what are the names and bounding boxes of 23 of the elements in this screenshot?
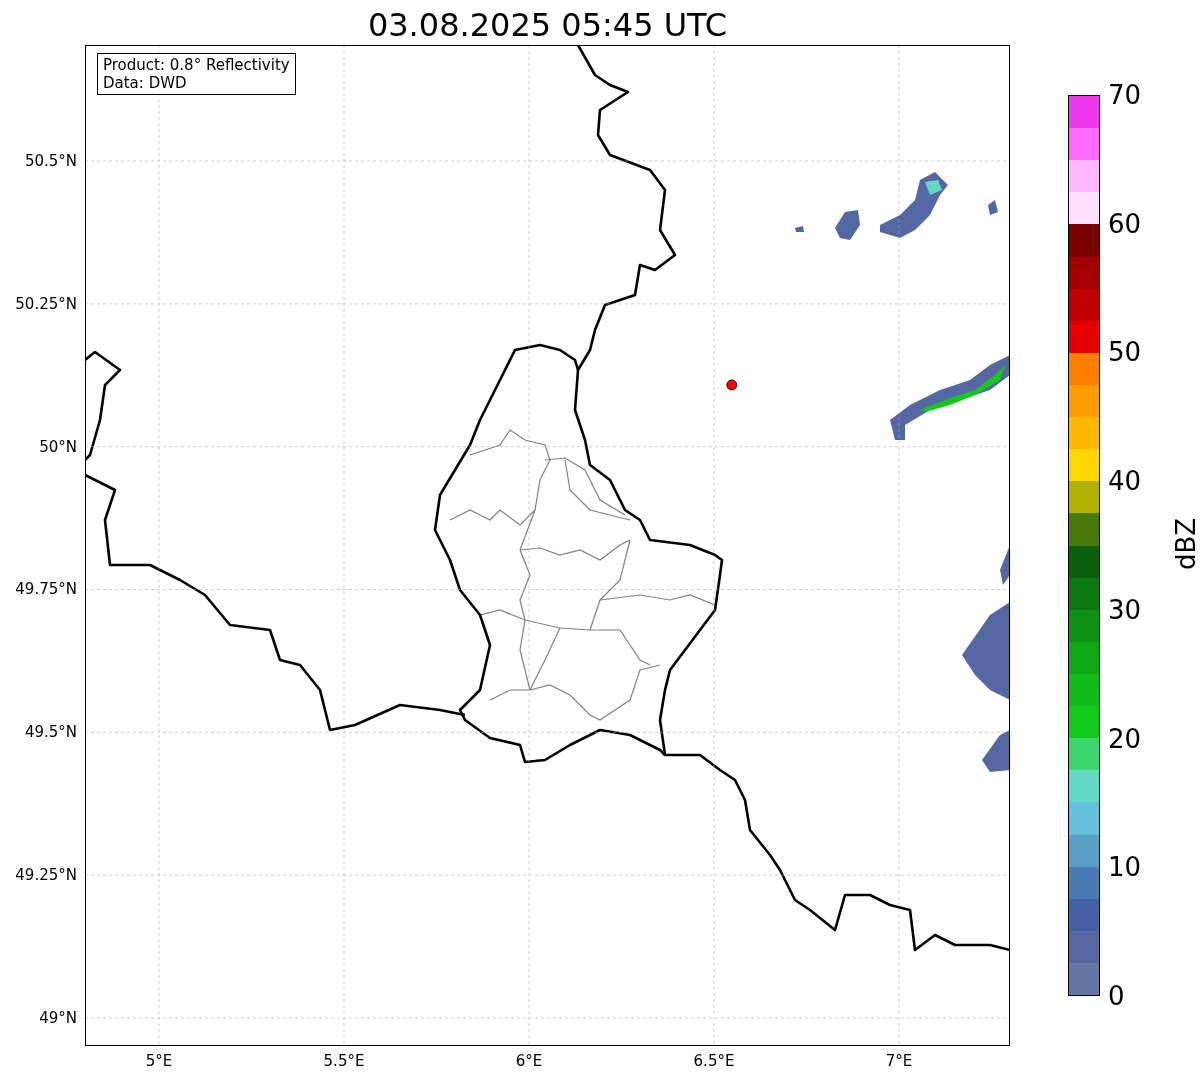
y-tick-label: 50°N <box>39 437 77 456</box>
y-tick-label: 49°N <box>39 1009 77 1027</box>
y-tick-label: 49.25°N <box>15 866 77 885</box>
y-tick-label: 49.5°N <box>24 723 77 742</box>
colorbar-tick-label: 20 <box>1108 725 1142 752</box>
x-tick-label: 6.5°E <box>693 1052 735 1070</box>
colorbar-tick-label: 30 <box>1108 596 1142 623</box>
info-box: Product: 0.8° Reflectivity Data: DWD <box>97 53 296 95</box>
x-tick-label: 6°E <box>515 1052 543 1070</box>
colorbar-tick-label: 50 <box>1108 339 1142 366</box>
x-tick-label: 7°E <box>885 1052 913 1070</box>
colorbar-label: dBZ <box>1173 517 1200 571</box>
x-tick-label: 5°E <box>145 1052 173 1070</box>
colorbar-tick-label: 10 <box>1108 854 1142 881</box>
colorbar-tick-label: 0 <box>1108 983 1125 1009</box>
y-tick-label: 50.25°N <box>15 294 77 313</box>
colorbar-tick-label: 60 <box>1108 210 1142 237</box>
colorbar-tick-label: 40 <box>1108 468 1142 495</box>
chart-title: 03.08.2025 05:45 UTC <box>366 6 729 45</box>
y-tick-label: 50.5°N <box>24 152 77 170</box>
x-tick-label: 5.5°E <box>323 1052 365 1070</box>
y-tick-label: 49.75°N <box>15 580 77 599</box>
colorbar-tick-label: 70 <box>1108 82 1142 108</box>
